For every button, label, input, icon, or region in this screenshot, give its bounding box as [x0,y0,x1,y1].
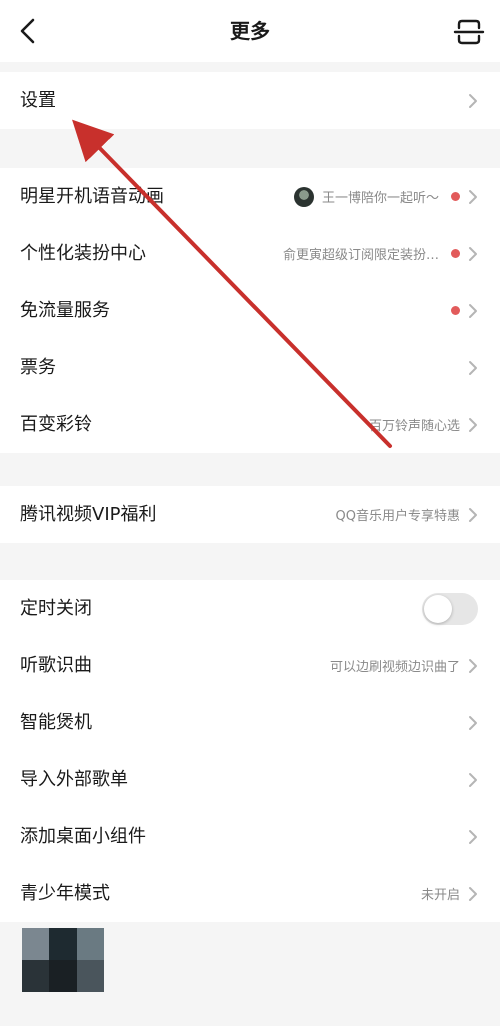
settings-row[interactable]: 青少年模式 未开启 [0,865,500,922]
chevron-right-icon [469,658,477,673]
settings-row[interactable]: 定时关闭 [0,580,500,637]
settings-section: 设置 [0,72,500,129]
settings-row-accessory [468,72,478,129]
settings-row-accessory: 百万铃声随心选 [369,396,478,453]
settings-row-label: 设置 [20,90,56,111]
thumbnail-tile [76,960,104,992]
thumbnail-tile [22,960,50,992]
settings-row-label: 免流量服务 [20,300,110,321]
settings-row[interactable]: 听歌识曲 可以边刷视频边识曲了 [0,637,500,694]
chevron-right-icon [469,189,477,204]
settings-row-label: 明星开机语音动画 [20,186,164,207]
thumbnail-tile [22,928,50,960]
settings-row-accessory: 可以边刷视频边识曲了 [330,637,478,694]
settings-row-label: 青少年模式 [20,883,110,904]
settings-row-hint: 俞更寅超级订阅限定装扮… [282,248,439,263]
settings-row[interactable]: 智能煲机 [0,694,500,751]
settings-row-label: 听歌识曲 [20,655,92,676]
settings-row-label: 百变彩铃 [20,414,92,435]
settings-row-accessory: QQ音乐用户专享特惠 [336,486,478,543]
settings-section: 定时关闭 听歌识曲 可以边刷视频边识曲了 智能煲机 导入外部歌单 添加桌面小组件 青少年模式… [0,580,500,922]
avatar [293,186,314,207]
settings-row-label: 腾讯视频VIP福利 [20,504,157,525]
settings-row[interactable]: 设置 [0,72,500,129]
chevron-right-icon [469,886,477,901]
settings-row[interactable]: 腾讯视频VIP福利 QQ音乐用户专享特惠 [0,486,500,543]
settings-row-accessory: 未开启 [421,865,478,922]
chevron-right-icon [469,829,477,844]
chevron-right-icon [469,417,477,432]
settings-row-accessory [468,694,478,751]
settings-row-label: 智能煲机 [20,712,92,733]
chevron-right-icon [469,246,477,261]
settings-row[interactable]: 票务 [0,339,500,396]
top-bar: 更多 [0,0,500,62]
chevron-right-icon [469,507,477,522]
settings-row[interactable]: 百变彩铃 百万铃声随心选 [0,396,500,453]
settings-row[interactable]: 明星开机语音动画 王一博陪你一起听～ [0,168,500,225]
settings-row-label: 个性化装扮中心 [20,243,146,264]
settings-row-accessory [468,339,478,396]
settings-row-hint: 王一博陪你一起听～ [321,191,439,206]
settings-row-accessory [447,282,478,339]
settings-row-accessory [468,808,478,865]
thumbnail-tile [49,928,77,960]
settings-row-label: 导入外部歌单 [20,769,128,790]
chevron-right-icon [469,360,477,375]
settings-row-hint: 未开启 [420,888,460,903]
settings-row[interactable]: 导入外部歌单 [0,751,500,808]
settings-row-accessory: 王一博陪你一起听～ [293,168,478,225]
settings-row-hint: 可以边刷视频边识曲了 [329,660,460,675]
settings-row[interactable]: 个性化装扮中心 俞更寅超级订阅限定装扮… [0,225,500,282]
settings-row-accessory [422,580,478,637]
scan-button[interactable] [452,16,486,48]
chevron-right-icon [469,93,477,108]
settings-row[interactable]: 添加桌面小组件 [0,808,500,865]
settings-row-hint: 百万铃声随心选 [368,419,460,434]
chevron-right-icon [469,772,477,787]
chevron-right-icon [469,715,477,730]
notification-dot [451,306,460,315]
toggle-knob [424,594,452,623]
settings-row[interactable]: 免流量服务 [0,282,500,339]
settings-row-accessory [468,751,478,808]
settings-section: 明星开机语音动画 王一博陪你一起听～ 个性化装扮中心 俞更寅超级订阅限定装扮… 免流量服… [0,168,500,453]
sleep-timer-toggle[interactable] [422,592,478,625]
settings-section: 腾讯视频VIP福利 QQ音乐用户专享特惠 [0,486,500,543]
notification-dot [451,249,460,258]
page-title: 更多 [230,19,270,43]
notification-dot [451,192,460,201]
chevron-right-icon [469,303,477,318]
scan-icon [453,19,485,45]
mini-player-thumbnail[interactable] [22,928,104,992]
settings-row-label: 添加桌面小组件 [20,826,146,847]
settings-row-hint: QQ音乐用户专享特惠 [335,509,460,524]
settings-row-label: 定时关闭 [20,598,92,619]
thumbnail-tile [76,928,104,960]
settings-row-label: 票务 [20,357,56,378]
thumbnail-tile [49,960,77,992]
settings-row-accessory: 俞更寅超级订阅限定装扮… [283,225,478,282]
